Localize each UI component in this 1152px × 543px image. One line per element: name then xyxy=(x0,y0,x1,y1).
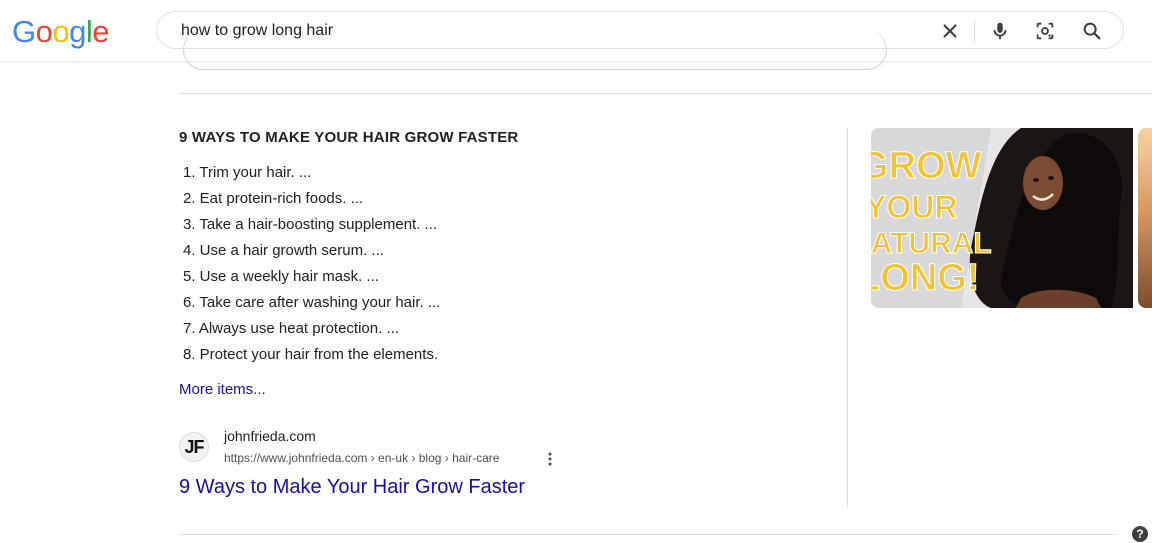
more-options-icon[interactable] xyxy=(545,451,555,467)
list-item: 5. Use a weekly hair mask. ... xyxy=(183,268,379,285)
list-item: 6. Take care after washing your hair. ..… xyxy=(183,294,441,311)
logo-letter: G xyxy=(12,14,36,49)
thumbnail-line: YOUR xyxy=(871,189,957,225)
list-item: 2. Eat protein-rich foods. ... xyxy=(183,190,364,207)
site-favicon[interactable]: JF xyxy=(179,432,209,462)
google-logo[interactable]: Google xyxy=(12,14,110,50)
result-title-link[interactable]: 9 Ways to Make Your Hair Grow Faster xyxy=(179,476,525,499)
previous-result-edge xyxy=(183,30,887,70)
featured-snippet-list: 1. Trim your hair. ... 2. Eat protein-ri… xyxy=(183,160,440,368)
list-item: 8. Protect your hair from the elements. xyxy=(183,346,439,363)
list-item: 3. Take a hair-boosting supplement. ... xyxy=(183,216,438,233)
search-icon[interactable] xyxy=(1081,20,1103,42)
list-item: 4. Use a hair growth serum. ... xyxy=(183,242,384,259)
list-item: 7. Always use heat protection. ... xyxy=(183,320,399,337)
list-item: 1. Trim your hair. ... xyxy=(183,164,312,181)
microphone-icon[interactable] xyxy=(989,20,1011,42)
logo-letter: o xyxy=(52,14,70,49)
site-url[interactable]: https://www.johnfrieda.com › en-uk › blo… xyxy=(224,451,499,465)
search-box-divider xyxy=(974,20,975,42)
thumbnail-line: LONG! xyxy=(871,257,979,299)
next-thumbnail[interactable] xyxy=(1138,128,1152,308)
result-thumbnail[interactable]: GROW YOUR NATURAL LONG! xyxy=(871,128,1133,308)
thumbnail-line: NATURAL xyxy=(871,227,992,260)
featured-snippet-title: 9 WAYS TO MAKE YOUR HAIR GROW FASTER xyxy=(179,129,519,146)
logo-letter: g xyxy=(69,14,86,49)
more-items-link[interactable]: More items... xyxy=(179,381,266,398)
column-divider xyxy=(847,128,848,507)
section-divider xyxy=(179,93,1152,94)
close-icon[interactable] xyxy=(939,20,961,42)
thumbnail-line: GROW xyxy=(871,145,982,187)
logo-letter: o xyxy=(35,14,53,49)
bottom-divider xyxy=(179,534,1115,535)
site-name[interactable]: johnfrieda.com xyxy=(224,428,316,444)
logo-letter: e xyxy=(92,14,110,49)
help-icon[interactable]: ? xyxy=(1132,526,1148,542)
lens-icon[interactable] xyxy=(1034,20,1056,42)
